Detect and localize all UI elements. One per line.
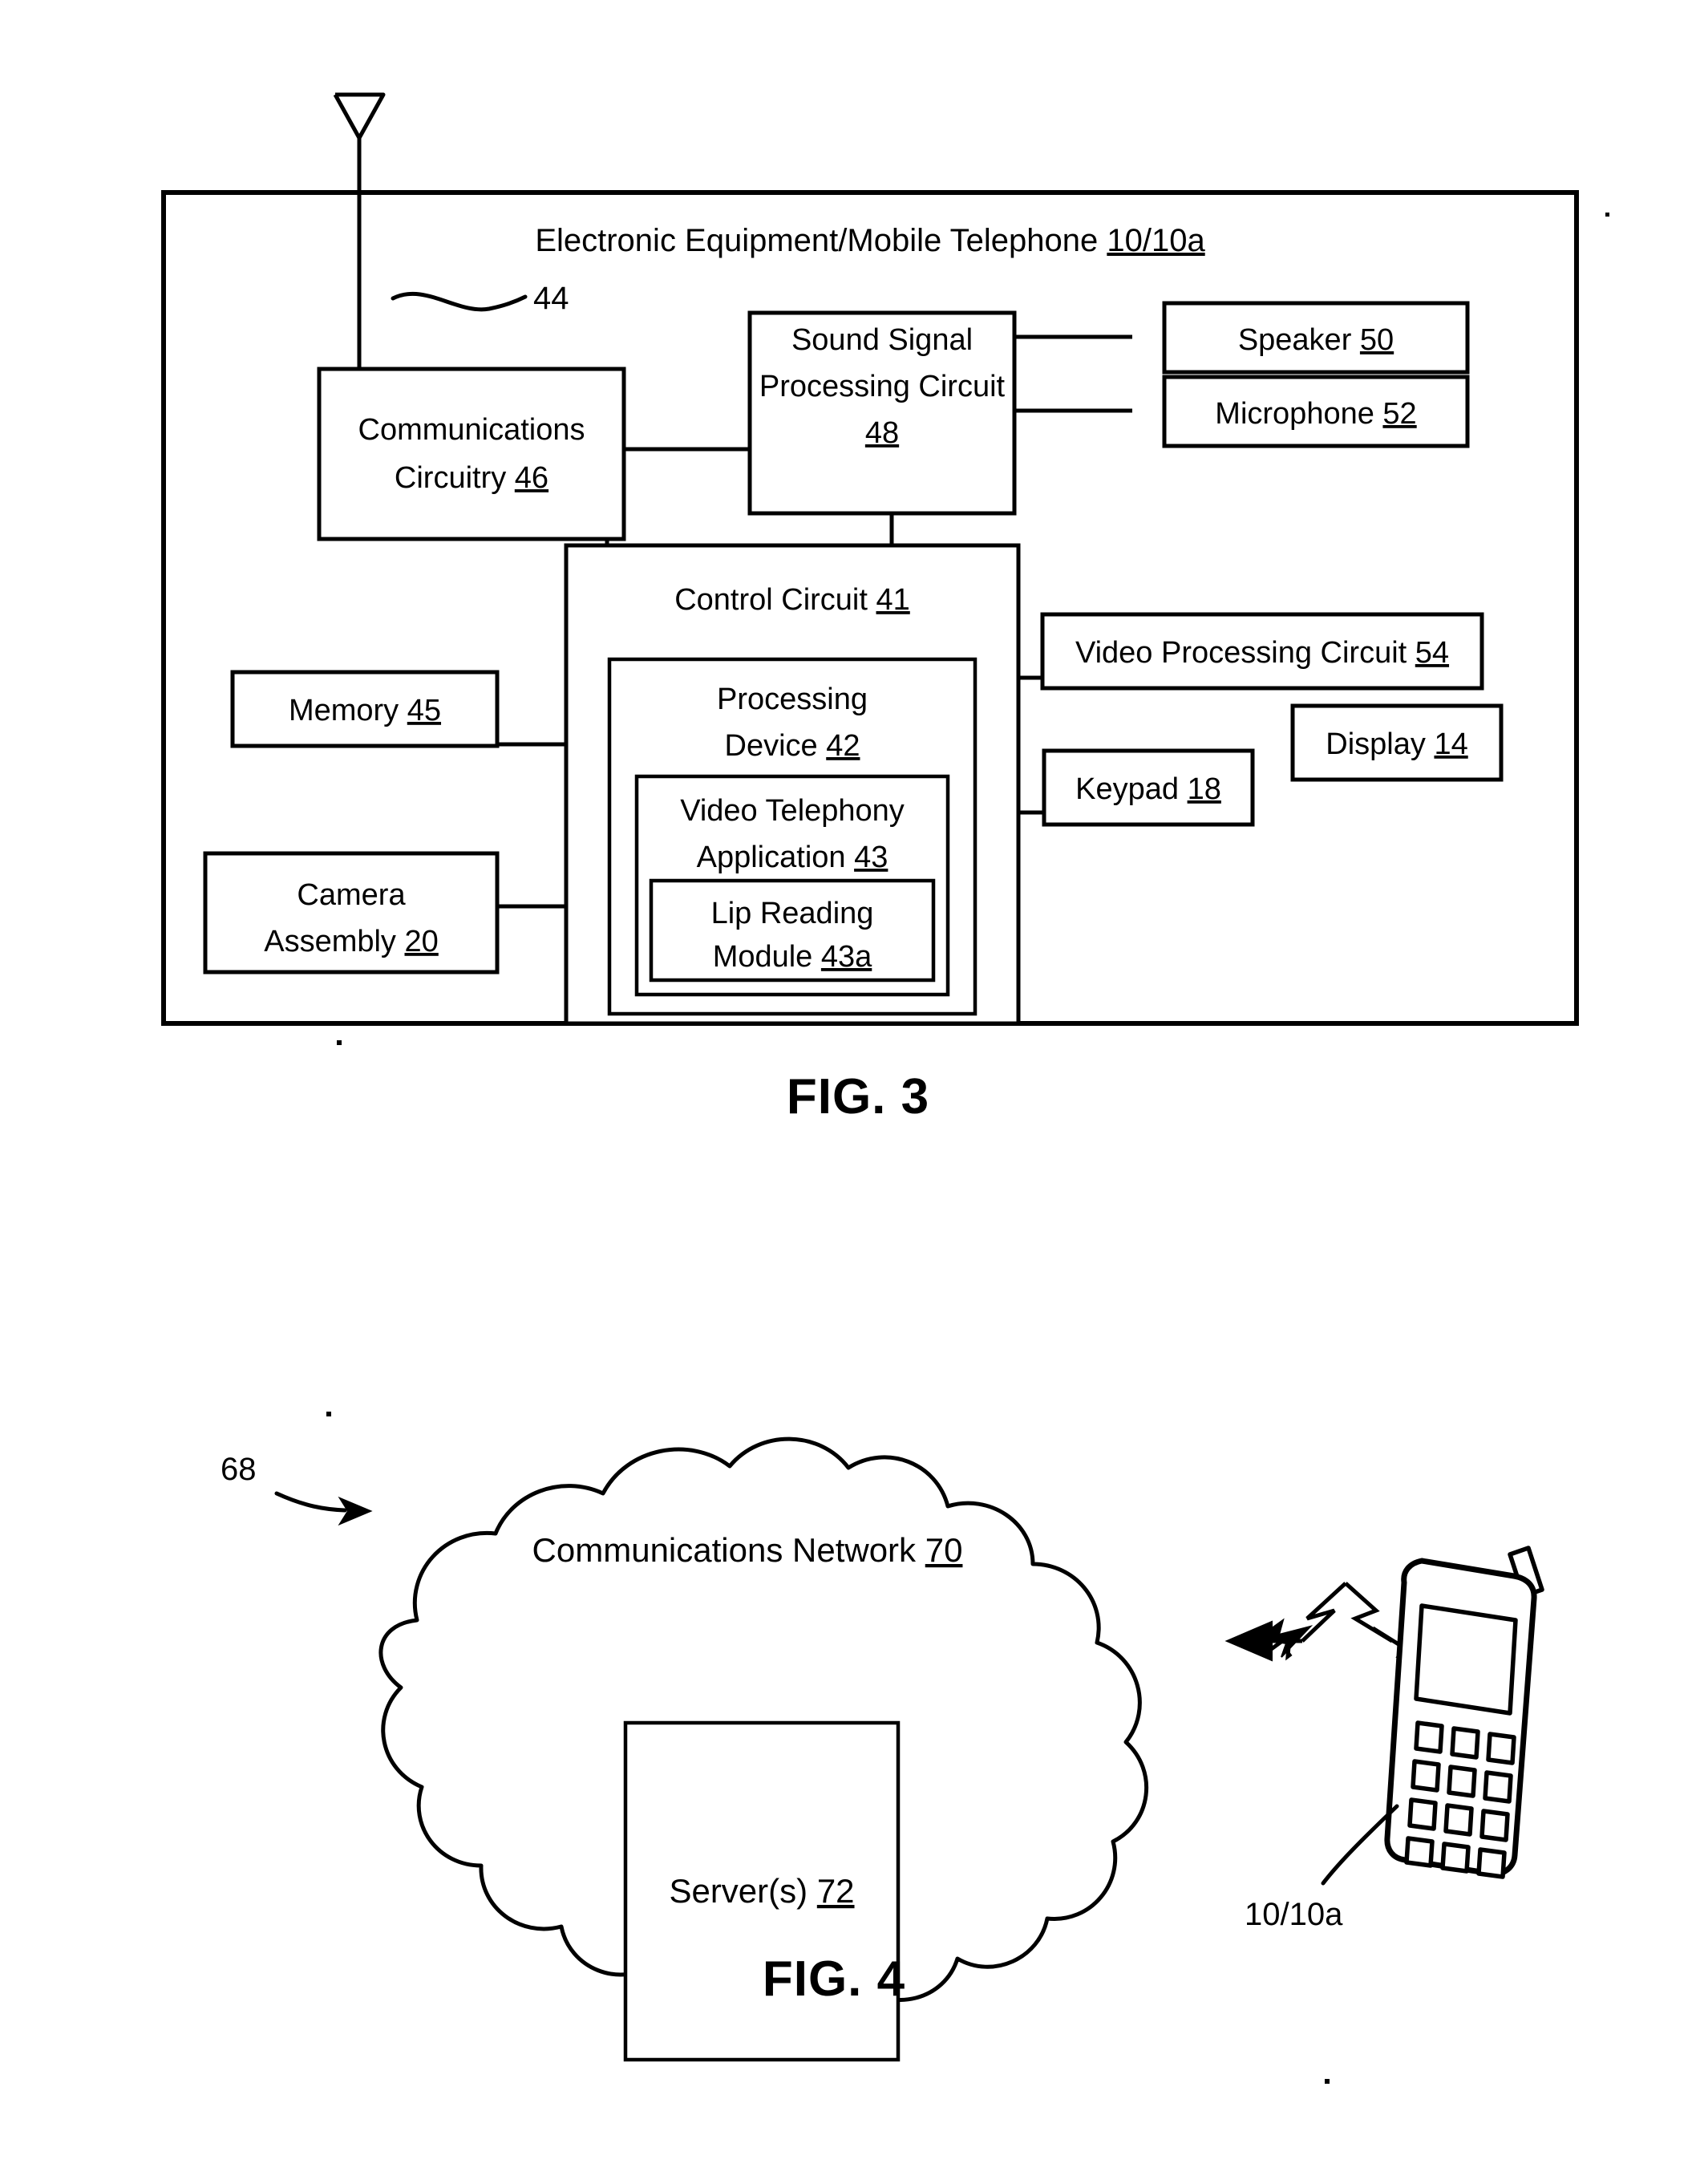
display-label: Display 14 <box>1326 727 1467 761</box>
keypad-label: Keypad 18 <box>1075 772 1221 806</box>
antenna-icon <box>333 92 386 401</box>
video-processing-circuit-label: Video Processing Circuit 54 <box>1075 636 1449 670</box>
phone-key <box>1486 1732 1516 1765</box>
mobile-phone-illustration: 10/10a <box>1245 1546 1544 1932</box>
figure-3-caption: FIG. 3 <box>787 1069 929 1124</box>
block-servers: Server(s) 72 <box>623 1720 901 2062</box>
figures-canvas: Electronic Equipment/Mobile Telephone 10… <box>161 92 1609 2084</box>
antenna-reference-callout: 44 <box>391 281 569 316</box>
phone-key <box>1443 1803 1474 1837</box>
processing-device-line2: Device 42 <box>725 729 860 763</box>
speaker-label: Speaker 50 <box>1238 323 1394 357</box>
block-microphone: Microphone 52 <box>1162 375 1470 448</box>
phone-key <box>1404 1836 1435 1868</box>
block-video-processing-circuit: Video Processing Circuit 54 <box>1040 612 1484 691</box>
block-display: Display 14 <box>1290 703 1504 782</box>
communications-network-label: Communications Network 70 <box>532 1531 963 1569</box>
memory-label: Memory 45 <box>289 694 441 727</box>
video-telephony-application-line1: Video Telephony <box>680 794 905 828</box>
lip-reading-module-line1: Lip Reading <box>711 897 874 930</box>
communications-circuitry-line2: Circuitry 46 <box>395 461 548 495</box>
block-sound-signal-processing-circuit: Sound Signal Processing Circuit 48 <box>747 310 1017 516</box>
microphone-label: Microphone 52 <box>1215 397 1416 431</box>
sound-signal-processing-circuit-line1: Sound Signal <box>791 323 973 357</box>
figure-4-caption: FIG. 4 <box>763 1951 905 2007</box>
processing-device-line1: Processing <box>717 683 868 716</box>
phone-key <box>1447 1765 1477 1798</box>
block-lip-reading-module: Lip Reading Module 43a <box>649 878 936 983</box>
patent-drawing-sheet: Electronic Equipment/Mobile Telephone 10… <box>0 0 1696 2184</box>
lip-reading-module-line2: Module 43a <box>713 940 872 974</box>
servers-label: Server(s) 72 <box>669 1872 854 1910</box>
system-reference-callout: 68 <box>221 1452 373 1526</box>
phone-key <box>1483 1770 1513 1804</box>
figure-3: Electronic Equipment/Mobile Telephone 10… <box>161 92 1609 1124</box>
equipment-frame-title-ref: 10/10a <box>1107 223 1205 258</box>
sound-signal-processing-circuit-line2: Processing Circuit <box>759 370 1006 403</box>
control-circuit-label: Control Circuit 41 <box>674 583 910 617</box>
phone-key <box>1450 1726 1480 1760</box>
device-ref-label: 10/10a <box>1245 1897 1343 1932</box>
communications-circuitry-line1: Communications <box>358 413 585 447</box>
camera-assembly-line2: Assembly 20 <box>264 925 439 958</box>
equipment-frame-title: Electronic Equipment/Mobile Telephone 10… <box>535 223 1205 258</box>
phone-key <box>1440 1842 1471 1874</box>
scan-speck <box>1605 213 1609 217</box>
antenna-ref-label: 44 <box>533 281 569 316</box>
block-memory: Memory 45 <box>230 670 500 748</box>
video-telephony-application-line2: Application 43 <box>697 841 888 874</box>
scan-speck <box>326 1412 331 1416</box>
camera-assembly-line1: Camera <box>297 878 406 912</box>
phone-screen <box>1414 1603 1518 1716</box>
system-ref-label: 68 <box>221 1452 257 1487</box>
block-camera-assembly: Camera Assembly 20 <box>203 851 500 974</box>
phone-key <box>1414 1720 1444 1754</box>
figure-4: 68 Communications Network 70 Server(s) 7… <box>221 1412 1544 2084</box>
phone-key <box>1476 1847 1507 1879</box>
phone-key <box>1411 1759 1441 1793</box>
phone-key <box>1407 1797 1438 1831</box>
phone-key <box>1479 1809 1510 1842</box>
sound-signal-processing-circuit-ref: 48 <box>865 416 899 450</box>
block-keypad: Keypad 18 <box>1042 748 1255 827</box>
wireless-left-arrowhead <box>1224 1620 1273 1662</box>
block-speaker: Speaker 50 <box>1162 301 1470 375</box>
scan-speck <box>1325 2079 1330 2084</box>
scan-speck <box>337 1040 342 1045</box>
block-communications-circuitry: Communications Circuitry 46 <box>317 367 626 541</box>
